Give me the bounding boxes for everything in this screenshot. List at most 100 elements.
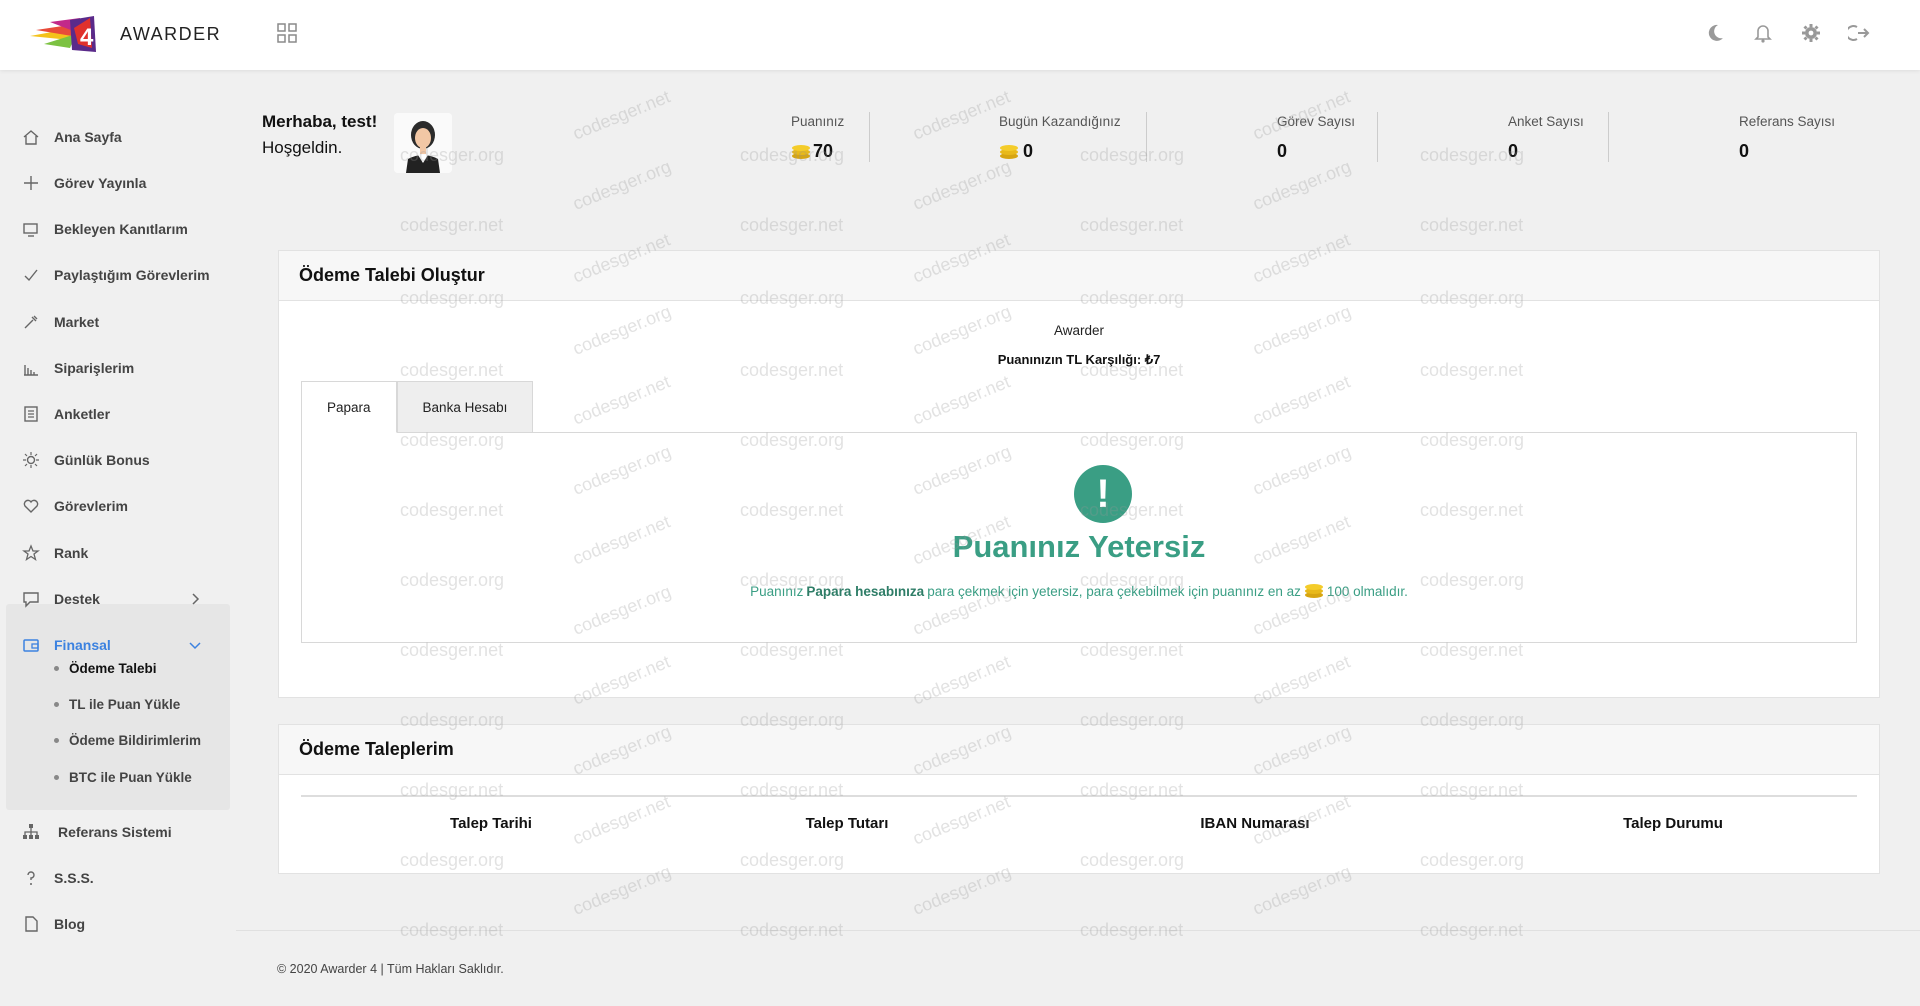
column-header: Talep Tarihi <box>450 815 532 832</box>
avatar[interactable] <box>394 113 452 173</box>
sidebar-item-label: Günlük Bonus <box>54 452 150 468</box>
bell-icon[interactable] <box>1752 22 1774 44</box>
home-icon <box>23 130 39 145</box>
logo[interactable]: 4 AWARDER <box>30 14 221 54</box>
footer-text: © 2020 Awarder 4 | Tüm Hakları Saklıdır. <box>277 962 504 976</box>
sidebar-item-gorevlerim[interactable]: Görevlerim <box>0 486 236 526</box>
sub-item-label: Ödeme Talebi <box>69 661 157 676</box>
watermark-text: codesger.net <box>1080 215 1184 235</box>
sub-item-odeme-talebi[interactable]: Ödeme Talebi <box>54 661 157 676</box>
sidebar-item-label: Referans Sistemi <box>58 824 172 840</box>
grid-icon[interactable] <box>276 22 298 44</box>
bullet-icon <box>54 737 59 743</box>
sidebar-item-finansal[interactable]: Finansal <box>0 625 236 665</box>
network-icon <box>23 824 39 839</box>
user-avatar-icon <box>394 113 452 173</box>
sidebar-item-destek[interactable]: Destek <box>0 579 236 619</box>
sidebar-item-bekleyen-kanitlarim[interactable]: Bekleyen Kanıtlarım <box>0 209 236 249</box>
sidebar-item-label: Bekleyen Kanıtlarım <box>54 221 188 237</box>
watermark-text: codesger.net <box>909 86 1013 144</box>
stat-label: Referans Sayısı <box>1739 114 1836 129</box>
my-requests-card: Ödeme Taleplerim Talep Tarihi Talep Tuta… <box>278 724 1880 874</box>
stat-divider <box>1608 112 1609 162</box>
tab-papara[interactable]: Papara <box>301 381 397 433</box>
sun-icon <box>23 452 39 468</box>
sidebar-item-label: S.S.S. <box>54 870 94 886</box>
watermark-text: codesger.org <box>1249 156 1354 214</box>
sidebar-item-ana-sayfa[interactable]: Ana Sayfa <box>0 117 236 157</box>
stat-label: Bugün Kazandığınız <box>999 114 1121 129</box>
sidebar-item-gorev-yayinla[interactable]: Görev Yayınla <box>0 163 236 203</box>
tools-icon <box>24 315 38 329</box>
sidebar-item-label: Anketler <box>54 406 111 422</box>
sidebar-item-siparislerim[interactable]: Siparişlerim <box>0 348 236 388</box>
brand-label: Awarder <box>1053 323 1105 338</box>
sub-item-odeme-bildirimlerim[interactable]: Ödeme Bildirimlerim <box>54 733 201 748</box>
coin-icon <box>791 144 811 160</box>
watermark-text: codesger.net <box>400 215 504 235</box>
bullet-icon <box>54 701 59 707</box>
stat-divider <box>1146 112 1147 162</box>
stat-value-text: 0 <box>1023 141 1034 161</box>
sidebar-item-label: Rank <box>54 545 89 561</box>
sidebar-item-blog[interactable]: Blog <box>0 904 236 944</box>
sidebar-item-rank[interactable]: Rank <box>0 533 236 573</box>
column-header: Talep Tutarı <box>805 815 889 832</box>
stat-divider <box>1377 112 1378 162</box>
welcome-block: Merhaba, test! Hoşgeldin. <box>262 112 377 158</box>
sub-item-label: Ödeme Bildirimlerim <box>69 733 202 748</box>
sidebar-item-market[interactable]: Market <box>0 302 236 342</box>
sidebar-item-paylastigim-gorevlerim[interactable]: Paylaştığım Görevlerim <box>0 255 236 295</box>
chat-icon <box>23 592 39 608</box>
warning-msg-prefix: Puanınız <box>750 583 804 599</box>
document-icon <box>24 406 38 422</box>
star-icon <box>22 544 40 562</box>
check-icon <box>24 269 38 282</box>
logout-icon[interactable] <box>1848 22 1870 44</box>
sub-item-tl-ile-puan-yukle[interactable]: TL ile Puan Yükle <box>54 697 180 712</box>
stat-divider <box>869 112 870 162</box>
sidebar-item-label: Ana Sayfa <box>54 129 122 145</box>
tab-panel-papara: ! Puanınız Yetersiz Puanınız Papara hesa… <box>301 432 1857 643</box>
sidebar-item-label: Siparişlerim <box>54 360 135 376</box>
watermark-text: codesger.net <box>1420 215 1524 235</box>
payment-request-card: Ödeme Talebi Oluştur Awarder Puanınızın … <box>278 250 1880 698</box>
stat-value: 70 <box>791 141 844 162</box>
sidebar-item-gunluk-bonus[interactable]: Günlük Bonus <box>0 440 236 480</box>
warning-msg-suffix: 100 olmalıdır. <box>1326 583 1408 599</box>
stat-anket-sayisi: Anket Sayısı 0 <box>1508 114 1584 162</box>
gear-icon[interactable] <box>1800 22 1822 44</box>
wallet-icon <box>23 639 39 652</box>
tab-banka-hesabi[interactable]: Banka Hesabı <box>396 381 534 433</box>
footer-divider <box>236 930 1920 931</box>
stat-label: Görev Sayısı <box>1277 114 1356 129</box>
coin-icon <box>1304 583 1324 599</box>
question-icon <box>27 871 35 885</box>
plus-icon <box>24 176 38 190</box>
card-title: Ödeme Taleplerim <box>279 725 1879 775</box>
sidebar-item-sss[interactable]: S.S.S. <box>0 858 236 898</box>
sidebar-item-label: Paylaştığım Görevlerim <box>54 267 210 283</box>
moon-icon[interactable] <box>1704 22 1726 44</box>
stat-puaniniz: Puanınız 70 <box>791 114 844 162</box>
sub-item-label: TL ile Puan Yükle <box>69 697 181 712</box>
stat-value: 0 <box>1739 141 1750 161</box>
logo-mark-icon: 4 <box>30 16 96 52</box>
sidebar-item-label: Finansal <box>54 637 111 653</box>
stat-value: 0 <box>999 141 1121 162</box>
sidebar-item-referans-sistemi[interactable]: Referans Sistemi <box>0 812 236 852</box>
warning-msg-mid: para çekmek için yetersiz, para çekebilm… <box>927 583 1301 599</box>
payment-tabs: Papara Banka Hesabı <box>301 381 534 433</box>
chevron-right-icon <box>192 593 200 605</box>
requests-table-header: Talep Tarihi Talep Tutarı IBAN Numarası … <box>301 795 1857 845</box>
sidebar-item-anketler[interactable]: Anketler <box>0 394 236 434</box>
sub-item-btc-ile-puan-yukle[interactable]: BTC ile Puan Yükle <box>54 770 192 785</box>
chevron-down-icon <box>189 642 201 650</box>
warning-title: Puanınız Yetersiz <box>952 529 1206 564</box>
svg-text:4: 4 <box>80 24 94 51</box>
column-header: Talep Durumu <box>1623 815 1723 832</box>
stat-referans-sayisi: Referans Sayısı 0 <box>1739 114 1835 162</box>
stat-label: Puanınız <box>791 114 845 129</box>
sidebar-item-label: Market <box>54 314 100 330</box>
watermark-text: codesger.org <box>909 156 1014 214</box>
